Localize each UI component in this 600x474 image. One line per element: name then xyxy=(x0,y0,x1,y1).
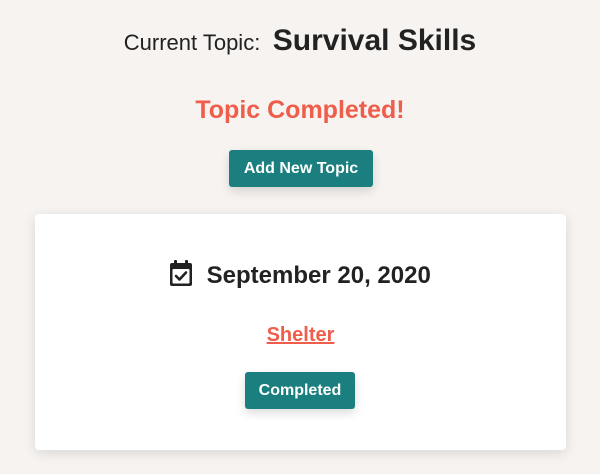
entry-item-row: Shelter xyxy=(35,324,566,347)
current-topic-title: Survival Skills xyxy=(272,24,477,57)
add-new-topic-button[interactable]: Add New Topic xyxy=(229,150,373,187)
entry-date: September 20, 2020 xyxy=(206,262,431,289)
topic-entry-card: September 20, 2020 Shelter Completed xyxy=(35,214,566,450)
completed-button[interactable]: Completed xyxy=(245,372,355,409)
current-topic-label: Current Topic: xyxy=(123,30,261,55)
current-topic-header: Current Topic: Survival Skills xyxy=(0,24,600,58)
entry-date-row: September 20, 2020 xyxy=(35,260,566,290)
calendar-check-icon xyxy=(170,260,193,286)
topic-completed-message: Topic Completed! xyxy=(195,96,405,124)
shelter-link[interactable]: Shelter xyxy=(267,324,335,346)
